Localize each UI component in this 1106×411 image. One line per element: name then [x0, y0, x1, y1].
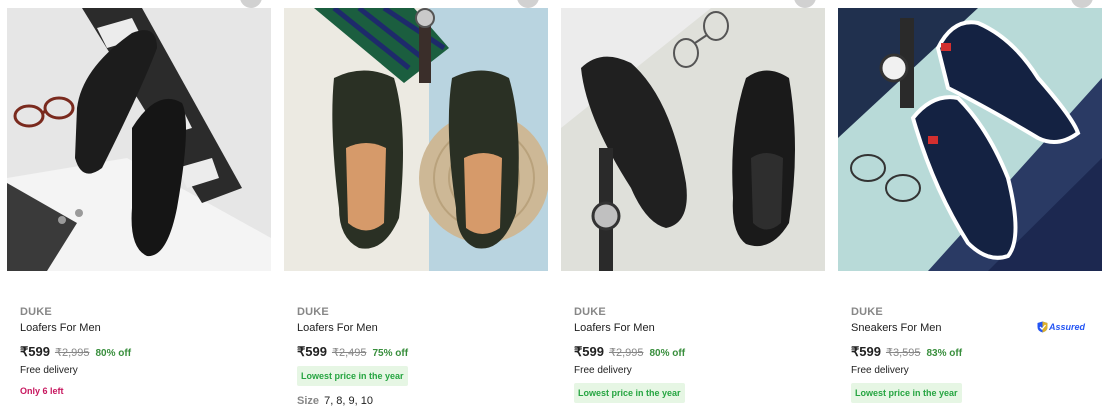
sneakers-photo-icon: [838, 8, 1102, 271]
delivery-info: Free delivery: [851, 365, 909, 376]
price-row: ₹599 ₹2,995 80% off: [574, 344, 819, 360]
product-card-4[interactable]: DUKE Sneakers For Men Assured ₹599 ₹3,59…: [838, 0, 1102, 411]
selling-price: ₹599: [20, 344, 50, 359]
selling-price: ₹599: [297, 344, 327, 359]
selling-price: ₹599: [851, 344, 881, 359]
product-info-4: DUKE Sneakers For Men Assured ₹599 ₹3,59…: [851, 306, 1096, 403]
price-row: ₹599 ₹2,495 75% off: [297, 344, 542, 360]
size-label: Size: [297, 395, 320, 407]
product-title[interactable]: Loafers For Men: [20, 322, 265, 335]
assured-label: Assured: [1048, 322, 1085, 332]
delivery-info: Free delivery: [574, 365, 632, 376]
loafers-photo-icon: [7, 8, 271, 271]
product-info-1: DUKE Loafers For Men ₹599 ₹2,995 80% off…: [20, 306, 265, 396]
loafers-photo-icon: [561, 8, 825, 271]
original-price: ₹2,995: [54, 347, 90, 359]
product-card-1[interactable]: DUKE Loafers For Men ₹599 ₹2,995 80% off…: [7, 0, 271, 411]
heart-icon[interactable]: [794, 0, 816, 8]
heart-icon[interactable]: [1071, 0, 1093, 8]
product-image-2[interactable]: [284, 8, 548, 271]
product-card-3[interactable]: DUKE Loafers For Men ₹599 ₹2,995 80% off…: [561, 0, 825, 411]
lowest-price-badge: Lowest price in the year: [574, 383, 685, 403]
price-row: ₹599 ₹2,995 80% off: [20, 344, 265, 360]
heart-icon[interactable]: [517, 0, 539, 8]
selling-price: ₹599: [574, 344, 604, 359]
product-brand: DUKE: [851, 306, 883, 318]
product-brand: DUKE: [297, 306, 329, 318]
product-card-2[interactable]: DUKE Loafers For Men ₹599 ₹2,495 75% off…: [284, 0, 548, 411]
original-price: ₹2,495: [331, 347, 367, 359]
stock-status: Only 6 left: [20, 386, 64, 396]
product-image-4[interactable]: [838, 8, 1102, 271]
original-price: ₹2,995: [608, 347, 644, 359]
delivery-info: Free delivery: [20, 365, 78, 376]
discount-percent: 80% off: [649, 348, 686, 359]
product-info-2: DUKE Loafers For Men ₹599 ₹2,495 75% off…: [297, 306, 542, 407]
product-title[interactable]: Loafers For Men: [297, 322, 542, 335]
product-image-3[interactable]: [561, 8, 825, 271]
product-info-3: DUKE Loafers For Men ₹599 ₹2,995 80% off…: [574, 306, 819, 403]
assured-badge: Assured: [1037, 321, 1085, 333]
discount-percent: 80% off: [95, 348, 132, 359]
product-image-1[interactable]: [7, 8, 271, 271]
discount-percent: 83% off: [926, 348, 963, 359]
size-options: Size 7, 8, 9, 10: [297, 395, 542, 407]
loafers-photo-icon: [284, 8, 548, 271]
original-price: ₹3,595: [885, 347, 921, 359]
discount-percent: 75% off: [372, 348, 409, 359]
size-values: 7, 8, 9, 10: [324, 395, 374, 407]
lowest-price-badge: Lowest price in the year: [851, 383, 962, 403]
product-title[interactable]: Loafers For Men: [574, 322, 819, 335]
product-brand: DUKE: [574, 306, 606, 318]
price-row: ₹599 ₹3,595 83% off: [851, 344, 1096, 360]
product-brand: DUKE: [20, 306, 52, 318]
shield-check-icon: [1037, 321, 1048, 333]
lowest-price-badge: Lowest price in the year: [297, 366, 408, 386]
heart-icon[interactable]: [240, 0, 262, 8]
